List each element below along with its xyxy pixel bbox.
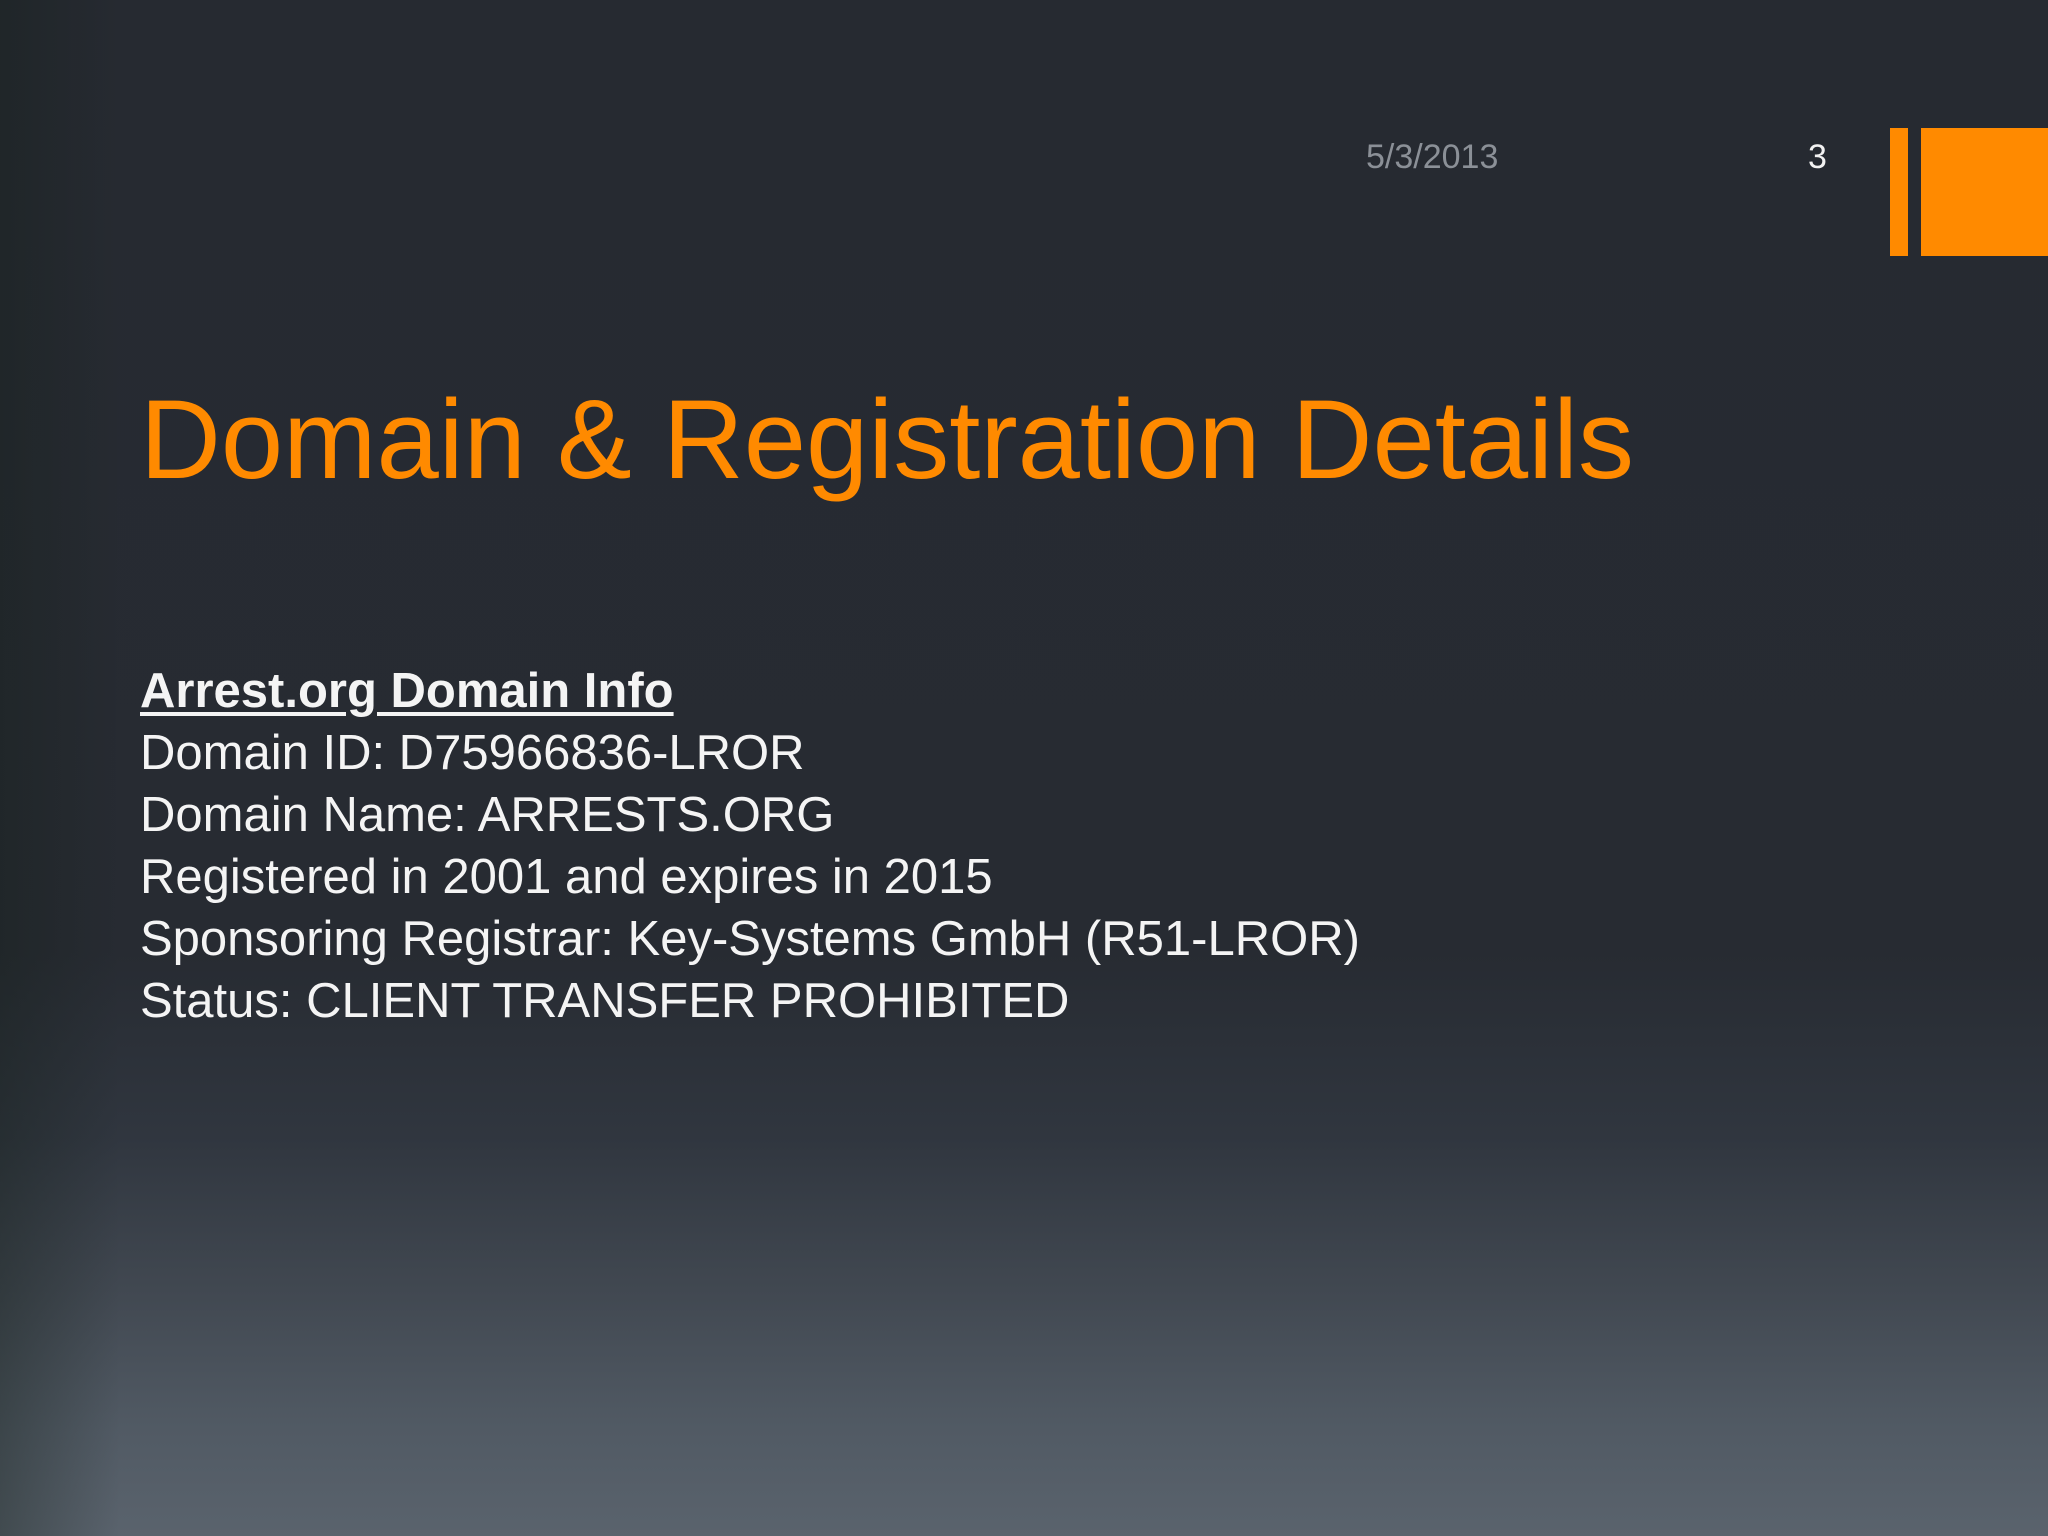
slide-date: 5/3/2013 (1366, 138, 1499, 176)
slide-number: 3 (1808, 138, 1827, 176)
domain-id-line: Domain ID: D75966836-LROR (140, 726, 805, 780)
slide-title: Domain & Registration Details (140, 377, 1634, 502)
accent-bar-thin (1890, 128, 1908, 256)
content-heading: Arrest.org Domain Info (140, 664, 674, 718)
slide: { "slide": { "date": "5/3/2013", "number… (0, 0, 2048, 1536)
domain-name-line: Domain Name: ARRESTS.ORG (140, 788, 835, 842)
accent-bar-wide (1921, 128, 2048, 256)
registrar-line: Sponsoring Registrar: Key-Systems GmbH (… (140, 912, 1360, 966)
content-body: Arrest.org Domain Info Domain ID: D75966… (140, 660, 1740, 1032)
registration-line: Registered in 2001 and expires in 2015 (140, 850, 993, 904)
status-line: Status: CLIENT TRANSFER PROHIBITED (140, 974, 1070, 1028)
